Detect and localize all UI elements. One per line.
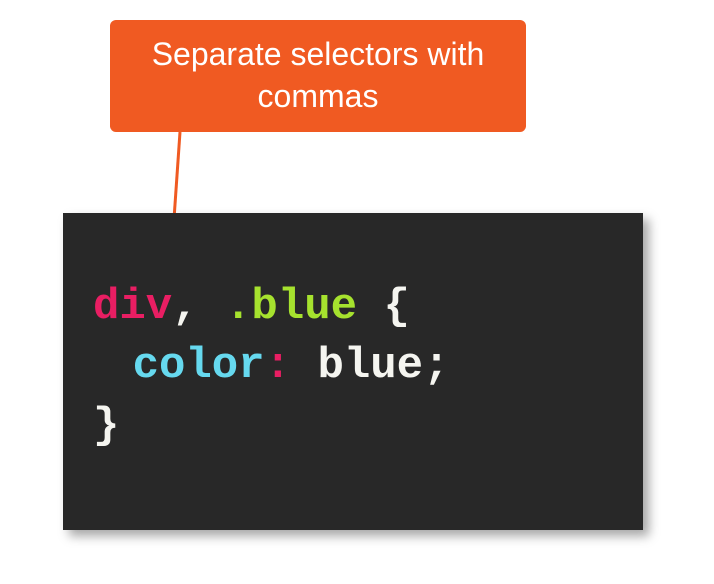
code-line-3: }: [93, 397, 613, 456]
token-tag: div: [93, 282, 172, 332]
callout-box: Separate selectors with commas: [110, 20, 526, 132]
callout-text: Separate selectors with commas: [130, 34, 506, 117]
token-comma: ,: [172, 282, 198, 332]
token-brace-close: }: [93, 401, 119, 451]
token-colon: :: [265, 341, 291, 391]
code-line-1: div, .blue {: [93, 278, 613, 337]
code-line-2: color: blue;: [93, 337, 613, 396]
token-semicolon: ;: [423, 341, 449, 391]
token-property: color: [133, 341, 265, 391]
token-class: .blue: [225, 282, 357, 332]
token-brace-open: {: [383, 282, 409, 332]
code-block: div, .blue { color: blue; }: [63, 213, 643, 530]
token-value: blue: [317, 341, 423, 391]
